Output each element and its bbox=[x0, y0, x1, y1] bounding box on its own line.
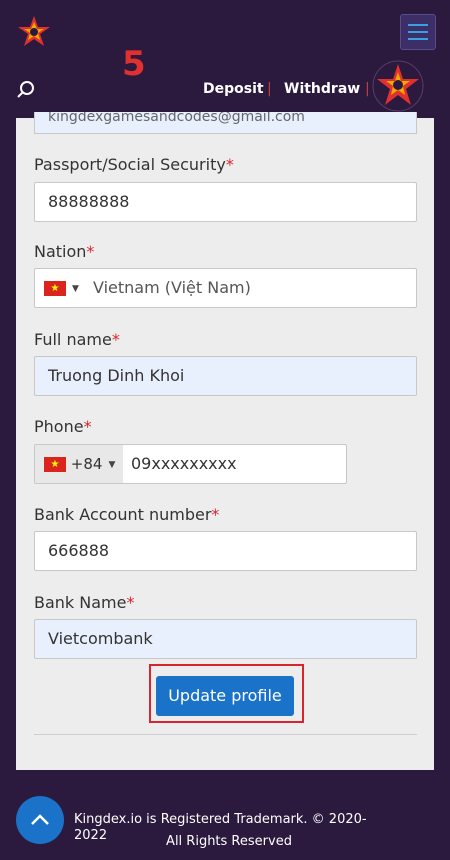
step-number: 5 bbox=[122, 44, 146, 84]
bank-name-input[interactable]: Vietcombank bbox=[34, 619, 417, 659]
fullname-label: Full name* bbox=[34, 330, 120, 350]
required-marker: * bbox=[211, 505, 220, 524]
withdraw-link[interactable]: Withdraw bbox=[284, 80, 360, 98]
divider bbox=[34, 734, 417, 735]
email-field[interactable]: kingdexgamesandcodes@gmail.com bbox=[34, 112, 417, 134]
menu-bar bbox=[408, 31, 428, 33]
country-code: +84 bbox=[70, 455, 103, 473]
nav-separator: | bbox=[365, 81, 370, 97]
menu-button[interactable] bbox=[400, 14, 436, 50]
deposit-link[interactable]: Deposit bbox=[203, 80, 264, 98]
passport-input[interactable]: 88888888 bbox=[34, 182, 417, 222]
footer-rights: All Rights Reserved bbox=[166, 834, 292, 849]
caret-down-icon: ▼ bbox=[108, 459, 116, 470]
footer: Kingdex.io is Registered Trademark. © 20… bbox=[0, 796, 450, 860]
caret-down-icon: ▼ bbox=[72, 283, 79, 294]
required-marker: * bbox=[83, 417, 92, 436]
phone-input[interactable]: 09xxxxxxxxx bbox=[131, 445, 237, 483]
chevron-up-icon bbox=[31, 814, 49, 825]
bank-account-label: Bank Account number* bbox=[34, 505, 219, 525]
vietnam-flag-icon bbox=[44, 281, 66, 296]
vietnam-flag-icon bbox=[44, 457, 66, 472]
fullname-input[interactable]: Truong Dinh Khoi bbox=[34, 356, 417, 396]
nation-select[interactable]: ▼ Vietnam (Việt Nam) bbox=[34, 268, 417, 308]
bank-name-label-text: Bank Name bbox=[34, 593, 127, 612]
nation-value: Vietnam (Việt Nam) bbox=[93, 278, 251, 297]
logo-small-icon[interactable] bbox=[16, 14, 52, 50]
required-marker: * bbox=[126, 593, 135, 612]
country-code-select[interactable]: +84 ▼ bbox=[35, 445, 123, 483]
menu-bar bbox=[408, 24, 428, 26]
required-marker: * bbox=[111, 330, 120, 349]
update-profile-button[interactable]: Update profile bbox=[156, 676, 294, 716]
header: 5 Deposit | Withdraw | bbox=[0, 0, 450, 118]
phone-label: Phone* bbox=[34, 417, 92, 437]
nav-separator: | bbox=[267, 81, 272, 97]
menu-bar bbox=[408, 38, 428, 40]
phone-field[interactable]: +84 ▼ 09xxxxxxxxx bbox=[34, 444, 347, 484]
bank-name-label: Bank Name* bbox=[34, 593, 134, 613]
search-icon[interactable] bbox=[16, 80, 36, 100]
bank-account-label-text: Bank Account number bbox=[34, 505, 212, 524]
profile-form-card: kingdexgamesandcodes@gmail.com Passport/… bbox=[16, 112, 434, 770]
fullname-label-text: Full name bbox=[34, 330, 112, 349]
passport-label-text: Passport/Social Security bbox=[34, 155, 226, 174]
required-marker: * bbox=[225, 155, 234, 174]
nation-label: Nation* bbox=[34, 242, 94, 262]
user-avatar-logo-icon[interactable] bbox=[372, 60, 424, 112]
passport-label: Passport/Social Security* bbox=[34, 155, 234, 175]
nation-label-text: Nation bbox=[34, 242, 87, 261]
phone-label-text: Phone bbox=[34, 417, 84, 436]
scroll-top-button[interactable] bbox=[16, 796, 64, 844]
required-marker: * bbox=[86, 242, 95, 261]
bank-account-input[interactable]: 666888 bbox=[34, 531, 417, 571]
